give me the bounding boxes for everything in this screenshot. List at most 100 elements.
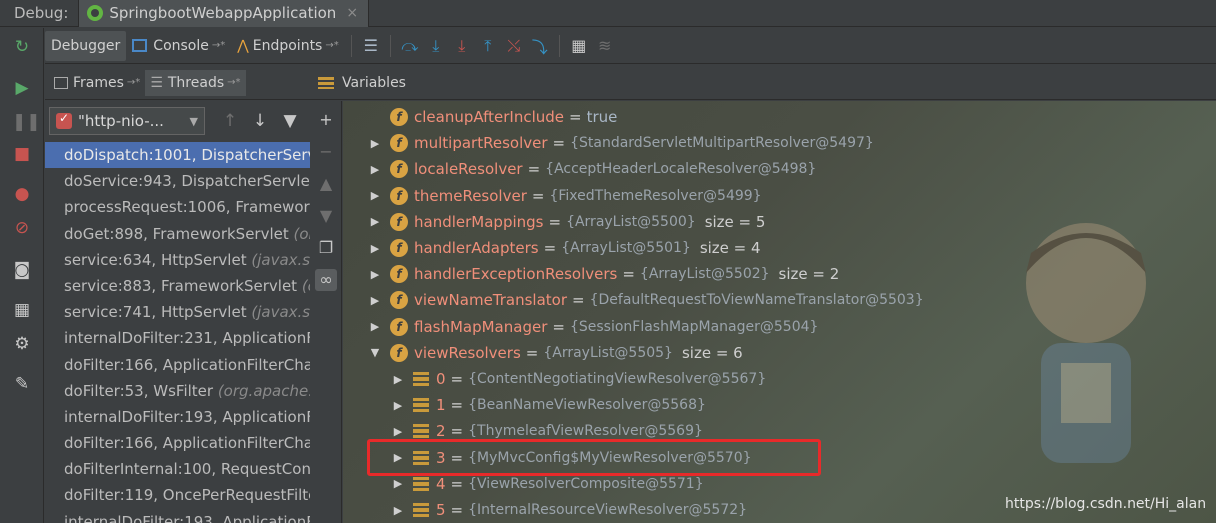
move-up-icon[interactable]: ▲ [315, 173, 337, 195]
collapsed-arrow-icon[interactable]: ▶ [368, 137, 382, 150]
tab-frames[interactable]: Frames →* [49, 70, 145, 96]
variable-row[interactable]: ▼ f viewResolvers = {ArrayList@5505} size = 6 [368, 340, 743, 366]
variable-row[interactable]: f cleanupAfterInclude = true [368, 104, 617, 130]
frame-row[interactable]: doFilter:166, ApplicationFilterChai [45, 430, 310, 456]
pause-icon[interactable]: ❚❚ [12, 112, 41, 132]
frame-row[interactable]: doDispatch:1001, DispatcherServl [45, 142, 310, 169]
next-frame-icon[interactable]: ↓ [245, 111, 275, 131]
variable-row[interactable]: ▶ f flashMapManager = {SessionFlashMapManage… [368, 314, 818, 340]
previous-frame-icon[interactable]: ↑ [215, 111, 245, 131]
variable-row[interactable]: ▶ f viewNameTranslator = {DefaultRequestToVi… [368, 287, 924, 313]
drop-frame-icon[interactable]: ⤯ [501, 33, 527, 59]
tab-console-pin[interactable]: →* [212, 40, 225, 51]
collapsed-arrow-icon[interactable]: ▶ [368, 268, 382, 281]
variable-row[interactable]: ▶ f localeResolver = {AcceptHeaderLocaleReso… [368, 156, 816, 182]
collapsed-arrow-icon[interactable]: ▶ [368, 242, 382, 255]
tab-endpoints-pin[interactable]: →* [325, 40, 338, 51]
step-into-icon[interactable]: ⤓ [449, 33, 475, 59]
tab-frames-pin[interactable]: →* [127, 77, 140, 88]
tab-console[interactable]: Console →* [126, 31, 231, 61]
collapsed-arrow-icon[interactable]: ▶ [368, 215, 382, 228]
collapsed-arrow-icon[interactable]: ▶ [368, 163, 382, 176]
frame-row[interactable]: internalDoFilter:231, ApplicationFi [45, 325, 310, 351]
variable-row[interactable]: ▶ f handlerMappings = {ArrayList@5500} size =… [368, 209, 765, 235]
frame-row[interactable]: internalDoFilter:193, ApplicationFi [45, 509, 310, 523]
collapsed-arrow-icon[interactable]: ▶ [368, 294, 382, 307]
variable-name: viewNameTranslator [414, 291, 568, 310]
tab-debugger[interactable]: Debugger [45, 30, 127, 61]
rerun-icon[interactable]: ↻ [12, 37, 32, 57]
trace-icon[interactable]: ≋ [592, 33, 618, 59]
evaluate-expression-icon[interactable]: ▦ [566, 33, 592, 59]
mute-breakpoints-icon[interactable]: ⊘ [12, 218, 32, 238]
resume-icon[interactable]: ▶ [12, 78, 32, 98]
pin-icon[interactable]: ✎ [12, 374, 32, 394]
show-execution-point-icon[interactable]: ⤼ [397, 33, 423, 59]
thread-select[interactable]: "http-nio-... ▼ [49, 107, 205, 135]
equals-sign: = [569, 108, 582, 126]
frame-row[interactable]: service:741, HttpServlet (javax.ser [45, 299, 310, 325]
background-illustration [1026, 223, 1146, 463]
collapsed-arrow-icon[interactable]: ▶ [368, 320, 382, 333]
tab-threads[interactable]: ☰ Threads →* [145, 69, 246, 96]
settings-icon[interactable]: ⚙ [12, 334, 32, 354]
variable-row[interactable]: ▶ f handlerExceptionResolvers = {ArrayList@5… [368, 261, 839, 287]
remove-watch-icon[interactable]: − [315, 141, 337, 163]
frame-row[interactable]: doFilter:119, OncePerRequestFilte [45, 482, 310, 508]
frame-row[interactable]: doFilter:53, WsFilter (org.apache.t [45, 378, 310, 404]
variable-row[interactable]: ▶ f multipartResolver = {StandardServletMult… [368, 130, 874, 156]
tab-threads-pin[interactable]: →* [227, 77, 240, 88]
variable-row[interactable]: ▶ f themeResolver = {FixedThemeResolver@5499… [368, 183, 762, 209]
frame-row[interactable]: service:634, HttpServlet (javax.ser [45, 247, 310, 273]
run-to-cursor-icon[interactable]: ⤵ [527, 33, 553, 59]
new-watch-icon[interactable]: + [315, 109, 337, 131]
frame-row[interactable]: doFilterInternal:100, RequestCont [45, 456, 310, 482]
step-out-icon[interactable]: ⤒ [475, 33, 501, 59]
collapsed-arrow-icon[interactable]: ▶ [391, 373, 405, 386]
show-watches-icon[interactable]: ∞ [315, 269, 337, 291]
variable-name: 4 [436, 474, 446, 493]
frame-row[interactable]: processRequest:1006, Framework [45, 194, 310, 220]
frame-method: doFilter:53, WsFilter [64, 381, 218, 400]
camera-icon[interactable]: ◙ [12, 260, 32, 280]
frame-row[interactable]: internalDoFilter:193, ApplicationFi [45, 404, 310, 430]
variable-row[interactable]: ▶ 1 = {BeanNameViewResolver@5568} [391, 392, 706, 418]
view-breakpoints-icon[interactable]: ● [12, 184, 32, 204]
frame-row[interactable]: service:883, FrameworkServlet (or [45, 273, 310, 299]
run-config-tab[interactable]: SpringbootWebappApplication × [78, 0, 370, 27]
layout-icon[interactable]: ▦ [12, 300, 32, 320]
variable-row[interactable]: ▶ 0 = {ContentNegotiatingViewResolver@5567} [391, 366, 766, 392]
variable-object-ref: {SessionFlashMapManager@5504} [569, 318, 819, 335]
frame-row[interactable]: doGet:898, FrameworkServlet (org [45, 221, 310, 247]
endpoints-icon: ⋀ [237, 37, 249, 54]
frame-method: internalDoFilter:193, ApplicationFi [64, 407, 310, 426]
expanded-arrow-icon[interactable]: ▼ [368, 346, 382, 359]
frames-icon [54, 76, 68, 89]
list-element-icon [413, 476, 429, 491]
variable-name: flashMapManager [414, 317, 548, 336]
frame-row[interactable]: doFilter:166, ApplicationFilterChai [45, 352, 310, 378]
collapsed-arrow-icon[interactable]: ▶ [391, 504, 405, 517]
tab-endpoints[interactable]: ⋀ Endpoints →* [231, 31, 344, 61]
variables-header: Variables [310, 66, 1216, 100]
variable-row[interactable]: ▶ f handlerAdapters = {ArrayList@5501} size =… [368, 235, 761, 261]
step-over-icon[interactable]: ⤓ [423, 33, 449, 59]
collapsed-arrow-icon[interactable]: ▶ [391, 399, 405, 412]
collapsed-arrow-icon[interactable]: ▶ [391, 425, 405, 438]
variable-row[interactable]: ▶ 5 = {InternalResourceViewResolver@5572} [391, 497, 747, 523]
frame-method: internalDoFilter:231, ApplicationFi [64, 329, 310, 348]
frame-row[interactable]: doService:943, DispatcherServlet [45, 168, 310, 194]
close-icon[interactable]: × [346, 5, 358, 21]
stop-icon[interactable]: ■ [12, 144, 32, 164]
watermark: https://blog.csdn.net/Hi_alan [1005, 496, 1207, 512]
move-down-icon[interactable]: ▼ [315, 205, 337, 227]
equals-sign: = [527, 160, 541, 179]
duplicate-watch-icon[interactable]: ❐ [315, 237, 337, 259]
equals-sign: = [531, 186, 545, 205]
menu-icon[interactable]: ☰ [358, 33, 384, 59]
variable-object-ref: {ArrayList@5505} [543, 344, 673, 361]
frame-method: internalDoFilter:193, ApplicationFi [64, 512, 310, 523]
collapsed-arrow-icon[interactable]: ▶ [391, 477, 405, 490]
filter-icon[interactable]: ▼ [275, 111, 305, 131]
collapsed-arrow-icon[interactable]: ▶ [368, 189, 382, 202]
